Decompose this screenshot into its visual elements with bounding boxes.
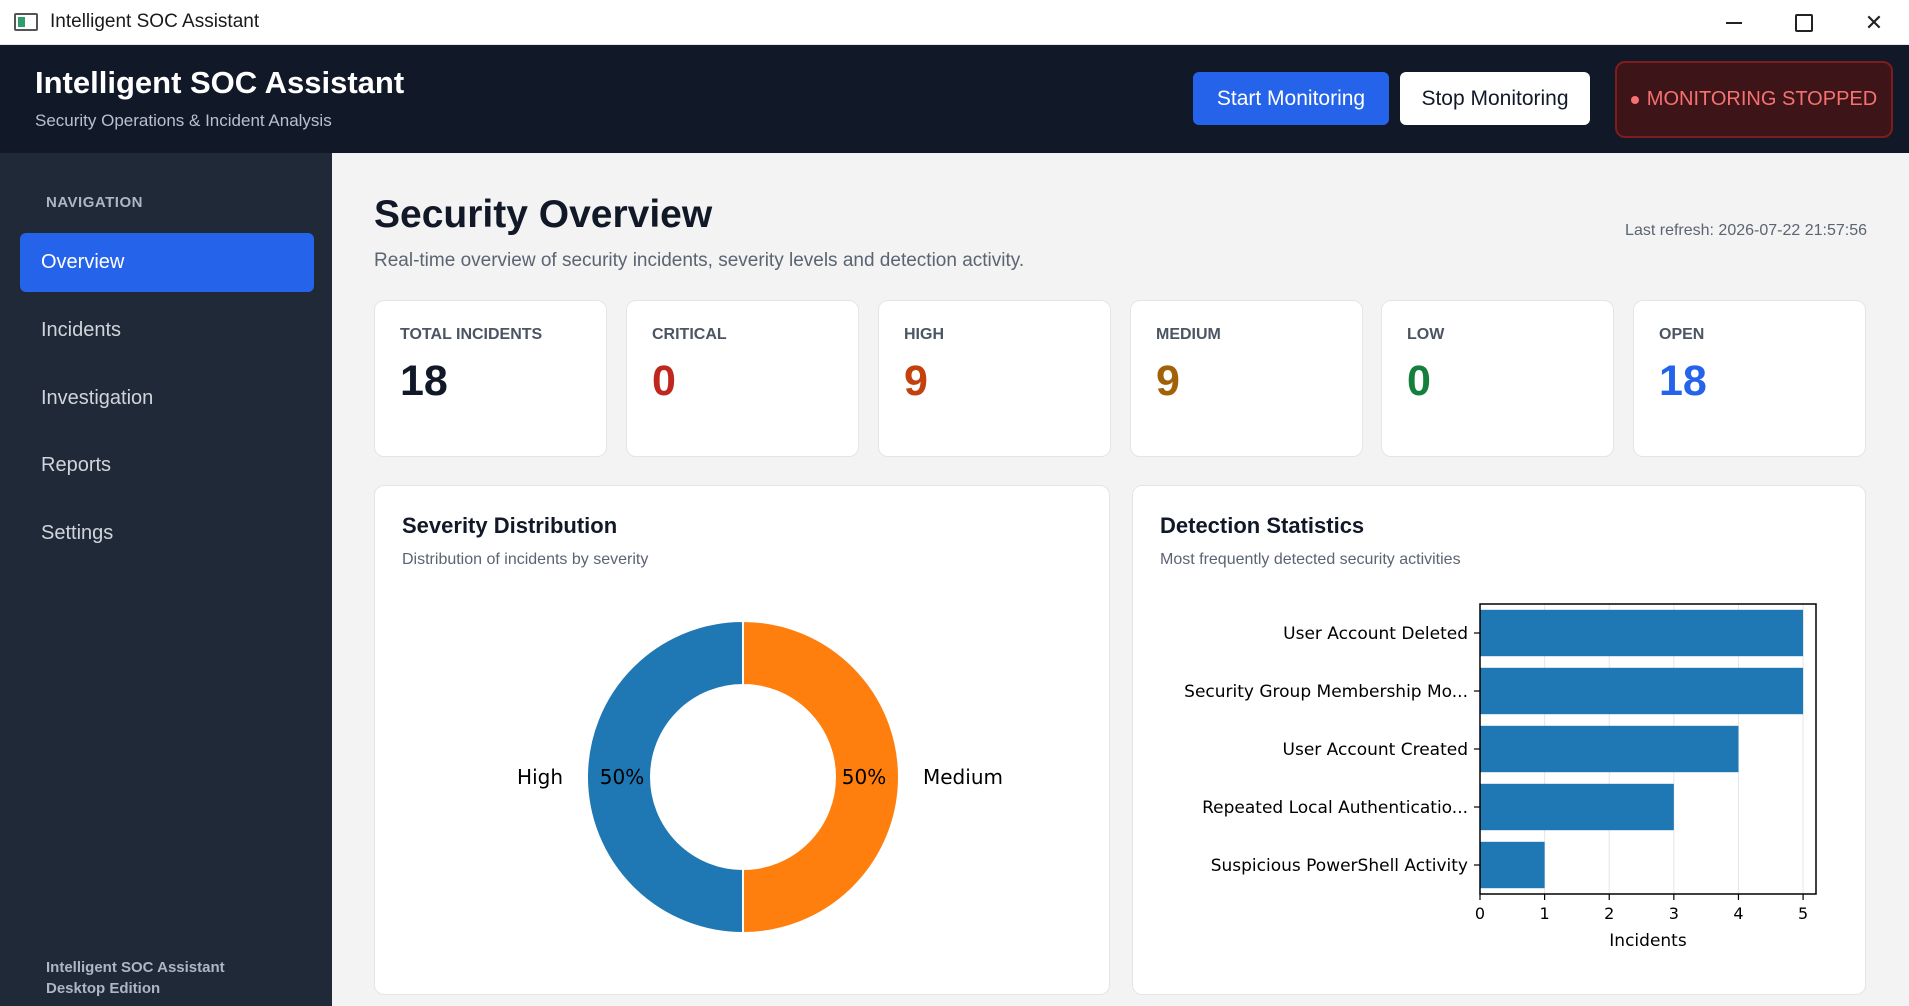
sidebar-item-label: Investigation: [41, 387, 154, 409]
monitoring-status-label: MONITORING STOPPED: [1646, 88, 1878, 110]
stat-value: 0: [652, 357, 676, 405]
stat-value: 0: [1407, 357, 1431, 405]
stat-card-high: HIGH 9: [878, 300, 1111, 457]
sidebar-item-overview[interactable]: Overview: [20, 233, 314, 292]
sidebar-item-label: Reports: [41, 454, 112, 476]
sidebar-item-label: Incidents: [41, 319, 122, 341]
minimize-icon[interactable]: [1699, 0, 1769, 45]
app-subtitle: Security Operations & Incident Analysis: [35, 111, 332, 130]
bar: [1480, 725, 1739, 773]
stat-label: OPEN: [1659, 326, 1705, 343]
sidebar-item-investigation[interactable]: Investigation: [20, 369, 314, 428]
stat-card-low: LOW 0: [1381, 300, 1614, 457]
bar: [1480, 783, 1674, 831]
x-tick-label: 3: [1669, 904, 1679, 923]
app-header: Intelligent SOC Assistant Security Opera…: [0, 45, 1909, 153]
sidebar-item-label: Overview: [41, 251, 125, 273]
y-tick-label: Repeated Local Authenticatio...: [1202, 798, 1468, 818]
stat-value: 9: [904, 357, 928, 405]
bar: [1480, 841, 1545, 889]
stat-card-open: OPEN 18: [1633, 300, 1866, 457]
sidebar-item-incidents[interactable]: Incidents: [20, 301, 314, 360]
stat-label: CRITICAL: [652, 326, 727, 343]
stat-value: 9: [1156, 357, 1180, 405]
stat-value: 18: [1659, 357, 1707, 405]
x-axis-label: Incidents: [1609, 931, 1687, 951]
window-controls: ✕: [1699, 0, 1909, 45]
detection-statistics-panel: Detection Statistics Most frequently det…: [1132, 485, 1866, 995]
donut-percent-label: 50%: [842, 765, 886, 789]
y-tick-label: User Account Deleted: [1283, 624, 1468, 644]
x-tick-label: 2: [1604, 904, 1614, 923]
monitoring-status-badge: MONITORING STOPPED: [1615, 61, 1893, 138]
severity-distribution-panel: Severity Distribution Distribution of in…: [374, 485, 1110, 995]
stop-monitoring-button[interactable]: Stop Monitoring: [1400, 72, 1590, 125]
y-tick-label: Security Group Membership Mo...: [1184, 682, 1468, 702]
donut-percent-label: 50%: [600, 765, 644, 789]
x-tick-label: 0: [1475, 904, 1485, 923]
detection-bar-chart: User Account Deleted Security Group Membe…: [1184, 603, 1817, 951]
window-title: Intelligent SOC Assistant: [50, 11, 260, 32]
x-tick-label: 1: [1540, 904, 1550, 923]
sidebar-item-reports[interactable]: Reports: [20, 436, 314, 495]
app-window-icon: [14, 13, 38, 31]
sidebar-footer: Intelligent SOC Assistant Desktop Editio…: [46, 957, 225, 999]
x-tick-label: 5: [1798, 904, 1808, 923]
window-titlebar: Intelligent SOC Assistant ✕: [0, 0, 1909, 45]
x-tick-label: 4: [1733, 904, 1743, 923]
donut-category-label: High: [517, 765, 563, 789]
y-tick-label: User Account Created: [1283, 740, 1468, 760]
bar: [1480, 609, 1804, 657]
maximize-icon[interactable]: [1769, 0, 1839, 45]
stat-label: HIGH: [904, 326, 944, 343]
y-tick-label: Suspicious PowerShell Activity: [1211, 856, 1468, 876]
sidebar-footer-app-name: Intelligent SOC Assistant: [46, 959, 225, 976]
last-refresh-timestamp: Last refresh: 2026-07-22 21:57:56: [1625, 222, 1867, 239]
donut-category-label: Medium: [923, 765, 1003, 789]
bar: [1480, 667, 1804, 715]
stat-label: MEDIUM: [1156, 326, 1221, 343]
page-title: Security Overview: [374, 193, 713, 236]
stat-card-medium: MEDIUM 9: [1130, 300, 1363, 457]
stat-value: 18: [400, 357, 448, 405]
page-subtitle: Real-time overview of security incidents…: [374, 250, 1025, 271]
stat-label: LOW: [1407, 326, 1445, 343]
close-icon[interactable]: ✕: [1839, 0, 1909, 45]
stat-label: TOTAL INCIDENTS: [400, 326, 543, 343]
nav-heading: NAVIGATION: [46, 194, 143, 211]
sidebar: NAVIGATION Overview Incidents Investigat…: [0, 153, 332, 1006]
stat-card-total-incidents: TOTAL INCIDENTS 18: [374, 300, 607, 457]
sidebar-item-settings[interactable]: Settings: [20, 504, 314, 563]
sidebar-item-label: Settings: [41, 522, 114, 544]
stat-card-critical: CRITICAL 0: [626, 300, 859, 457]
app-title: Intelligent SOC Assistant: [35, 65, 405, 100]
sidebar-footer-edition: Desktop Edition: [46, 980, 161, 997]
status-dot-icon: [1630, 95, 1639, 104]
start-monitoring-button[interactable]: Start Monitoring: [1193, 72, 1389, 125]
severity-donut-chart: High 50% Medium 50%: [517, 619, 1003, 935]
